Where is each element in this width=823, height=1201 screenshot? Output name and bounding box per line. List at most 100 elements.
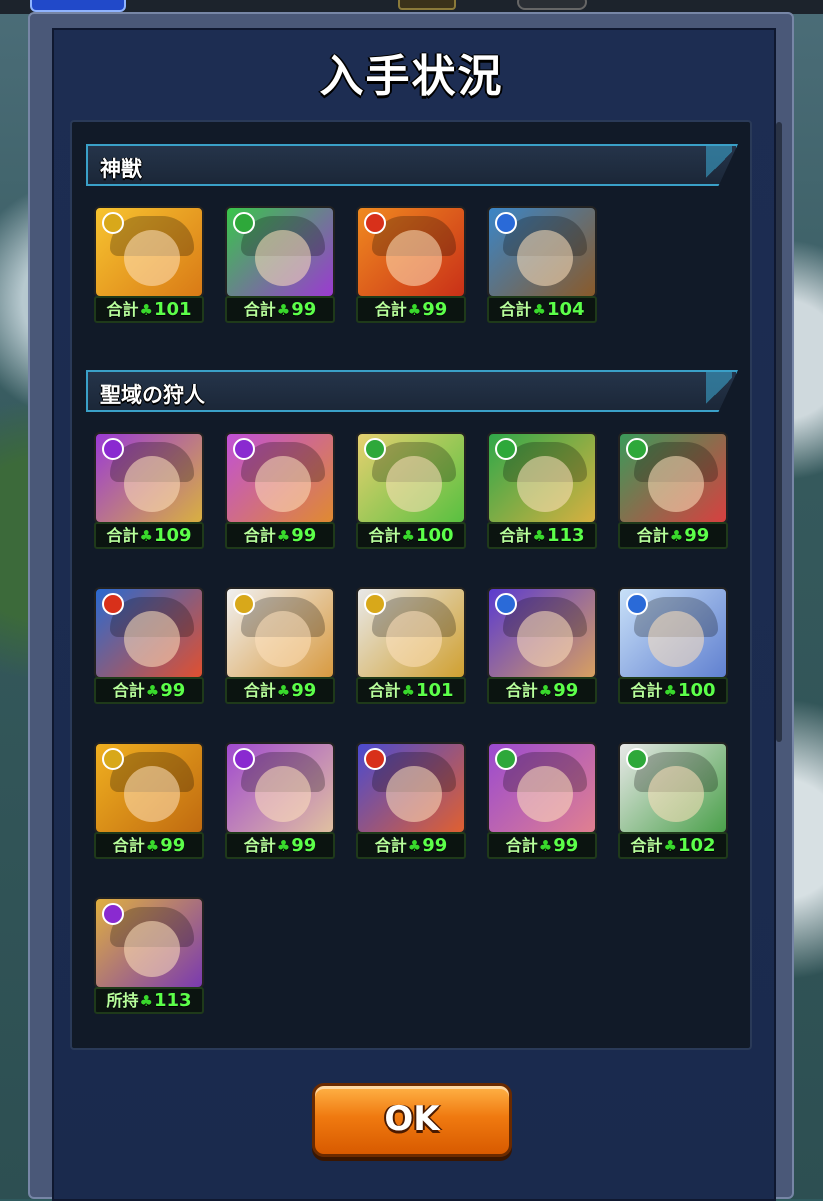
light-element-icon [233,593,255,615]
luck-count: 合計♣99 [94,677,204,704]
wood-element-icon [626,438,648,460]
section-header-divine-beasts: 神獣 [86,144,738,186]
portrait-face-shape [386,230,442,286]
monster-card[interactable]: 合計♣99 [225,206,337,324]
dark-element-icon [102,438,124,460]
monster-portrait [94,206,204,298]
clover-icon: ♣ [139,992,153,1010]
monster-card[interactable]: 合計♣100 [618,587,730,705]
collection-panel: 神獣 合計♣101 合計♣99 合計♣99 合計♣104 聖域の狩人 合計♣109 合計… [70,120,752,1050]
count-value: 99 [291,835,317,856]
monster-portrait [356,587,466,679]
portrait-face-shape [386,611,442,667]
clover-icon: ♣ [276,837,291,855]
portrait-face-shape [124,230,180,286]
monster-card[interactable]: 合計♣99 [225,587,337,705]
scrollbar[interactable] [776,122,782,742]
top-bar-left-button[interactable] [30,0,126,12]
monster-card[interactable]: 合計♣99 [487,587,599,705]
luck-count: 所持♣113 [94,987,204,1014]
fire-element-icon [364,748,386,770]
luck-count: 合計♣99 [487,832,597,859]
top-bar-right-button[interactable] [517,0,587,10]
portrait-face-shape [124,766,180,822]
monster-card[interactable]: 合計♣99 [356,206,468,324]
count-prefix: 合計 [630,836,663,855]
luck-count: 合計♣109 [94,522,204,549]
clover-icon: ♣ [139,301,153,319]
luck-count: 合計♣100 [356,522,466,549]
luck-count: 合計♣99 [618,522,728,549]
count-prefix: 合計 [499,526,532,545]
monster-portrait [225,742,335,834]
count-value: 99 [160,680,186,701]
monster-card[interactable]: 合計♣99 [94,742,206,860]
portrait-face-shape [517,230,573,286]
monster-card[interactable]: 合計♣102 [618,742,730,860]
clover-icon: ♣ [139,527,153,545]
luck-count: 合計♣99 [225,832,335,859]
monster-card[interactable]: 所持♣113 [94,897,206,1015]
monster-portrait [94,897,204,989]
count-prefix: 合計 [243,526,276,545]
portrait-face-shape [255,766,311,822]
clover-icon: ♣ [407,837,422,855]
clover-icon: ♣ [276,301,291,319]
wood-element-icon [495,748,517,770]
light-element-icon [364,593,386,615]
monster-card[interactable]: 合計♣113 [487,432,599,550]
portrait-face-shape [255,230,311,286]
count-prefix: 合計 [368,681,401,700]
monster-card[interactable]: 合計♣99 [225,432,337,550]
monster-card[interactable]: 合計♣101 [356,587,468,705]
section-header-sanctuary-hunters: 聖域の狩人 [86,370,738,412]
monster-card[interactable]: 合計♣99 [225,742,337,860]
count-value: 99 [553,835,579,856]
luck-count: 合計♣99 [94,832,204,859]
clover-icon: ♣ [401,682,415,700]
water-element-icon [495,593,517,615]
dialog-title: 入手状況 [319,51,504,102]
count-prefix: 合計 [636,526,669,545]
clover-icon: ♣ [532,527,546,545]
clover-icon: ♣ [276,527,291,545]
count-prefix: 合計 [106,526,139,545]
monster-card[interactable]: 合計♣104 [487,206,599,324]
monster-portrait [618,587,728,679]
wood-element-icon [364,438,386,460]
ok-button[interactable]: OK [312,1083,512,1157]
dark-element-icon [102,903,124,925]
count-value: 99 [291,525,317,546]
section-title: 聖域の狩人 [100,383,205,407]
monster-portrait [94,587,204,679]
clover-icon: ♣ [145,682,160,700]
clover-icon: ♣ [538,837,553,855]
portrait-face-shape [124,456,180,512]
luck-count: 合計♣100 [618,677,728,704]
monster-portrait [225,587,335,679]
monster-portrait [94,742,204,834]
monster-card[interactable]: 合計♣99 [487,742,599,860]
monster-card[interactable]: 合計♣99 [94,587,206,705]
count-value: 99 [291,299,317,320]
monster-card[interactable]: 合計♣99 [618,432,730,550]
luck-count: 合計♣99 [225,522,335,549]
portrait-face-shape [255,611,311,667]
wood-element-icon [233,212,255,234]
portrait-face-shape [648,456,704,512]
portrait-face-shape [255,456,311,512]
monster-portrait [356,206,466,298]
count-value: 109 [153,525,192,546]
count-prefix: 合計 [243,836,276,855]
count-value: 99 [553,680,579,701]
top-bar-middle-button[interactable] [398,0,456,10]
monster-card[interactable]: 合計♣99 [356,742,468,860]
count-value: 101 [415,680,454,701]
monster-card[interactable]: 合計♣101 [94,206,206,324]
luck-count: 合計♣99 [225,296,335,323]
luck-count: 合計♣99 [356,832,466,859]
monster-card[interactable]: 合計♣100 [356,432,468,550]
monster-card[interactable]: 合計♣109 [94,432,206,550]
count-prefix: 合計 [505,836,538,855]
dark-element-icon [233,438,255,460]
